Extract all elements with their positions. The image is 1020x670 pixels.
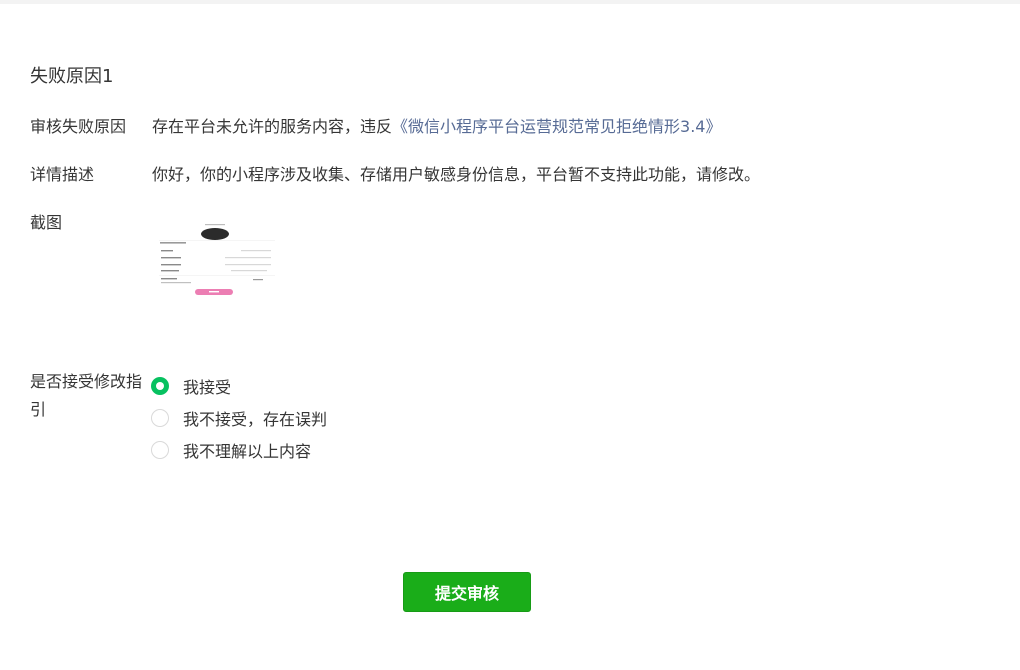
radio-option-label: 我接受 xyxy=(183,378,232,397)
radio-option-label: 我不理解以上内容 xyxy=(183,442,312,461)
screenshot-label: 截图 xyxy=(30,213,63,232)
reason-label: 审核失败原因 xyxy=(30,117,127,136)
radio-option-label: 我不接受，存在误判 xyxy=(183,410,328,429)
section-title: 失败原因1 xyxy=(30,66,114,87)
radio-checked-icon[interactable] xyxy=(151,377,169,395)
radio-unchecked-icon[interactable] xyxy=(151,409,169,427)
reason-value: 存在平台未允许的服务内容，违反《微信小程序平台运营规范常见拒绝情形3.4》 xyxy=(152,114,721,140)
top-divider xyxy=(0,0,1020,4)
screenshot-thumbnail-image xyxy=(155,220,277,308)
description-label: 详情描述 xyxy=(30,165,95,184)
rule-link[interactable]: 《微信小程序平台运营规范常见拒绝情形3.4》 xyxy=(392,117,721,136)
accept-guidance-radio-group: 我接受 我不接受，存在误判 我不理解以上内容 xyxy=(151,370,327,466)
description-text: 你好，你的小程序涉及收集、存储用户敏感身份信息，平台暂不支持此功能，请修改。 xyxy=(152,165,761,184)
radio-option-accept[interactable]: 我接受 xyxy=(151,370,327,402)
radio-unchecked-icon[interactable] xyxy=(151,441,169,459)
accept-guidance-label: 是否接受修改指引 xyxy=(30,372,143,419)
radio-option-reject[interactable]: 我不接受，存在误判 xyxy=(151,402,327,434)
reason-text: 存在平台未允许的服务内容，违反 xyxy=(152,117,393,136)
submit-review-button[interactable]: 提交审核 xyxy=(403,572,531,612)
screenshot-thumbnail[interactable] xyxy=(155,220,277,308)
radio-option-not-understand[interactable]: 我不理解以上内容 xyxy=(151,434,327,466)
